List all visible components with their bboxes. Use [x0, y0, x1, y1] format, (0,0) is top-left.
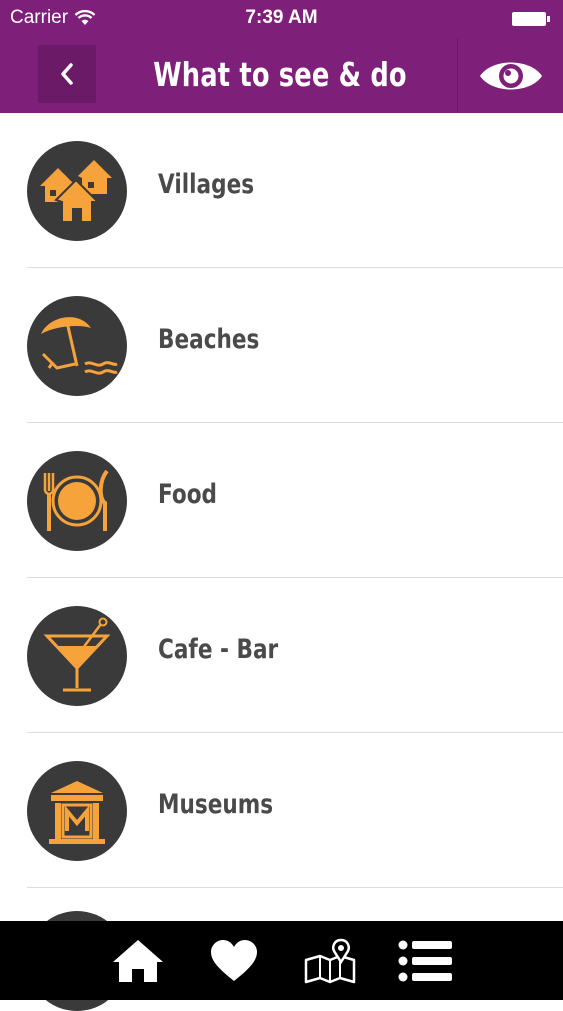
map-icon: [304, 938, 355, 983]
view-button[interactable]: [457, 38, 563, 113]
plate-cutlery-icon: [27, 451, 127, 551]
status-time: 7:39 AM: [245, 7, 318, 28]
list-item-label: Beaches: [158, 324, 260, 355]
beach-umbrella-icon: [27, 296, 127, 396]
home-icon: [112, 939, 163, 982]
tab-favorites[interactable]: [206, 933, 262, 989]
tab-list[interactable]: [398, 933, 454, 989]
tab-home[interactable]: [110, 933, 166, 989]
list-item-beaches[interactable]: Beaches: [27, 268, 563, 423]
list-item-label: Villages: [158, 169, 255, 200]
nav-bar: What to see & do: [0, 38, 563, 113]
museum-icon: [27, 761, 127, 861]
list-icon: [398, 940, 452, 981]
houses-icon: [27, 141, 127, 241]
cocktail-icon: [27, 606, 127, 706]
list-item-label: Food: [158, 479, 218, 510]
list-item-museums[interactable]: Museums: [27, 733, 563, 888]
list-item-cafe-bar[interactable]: Cafe - Bar: [27, 578, 563, 733]
category-list: Villages Beaches Food Cafe - Bar Museums: [0, 113, 563, 888]
status-bar: Carrier 7:39 AM: [0, 0, 563, 38]
list-item-label: Cafe - Bar: [158, 634, 279, 665]
battery-icon: [512, 12, 550, 26]
heart-icon: [210, 939, 257, 981]
list-item-food[interactable]: Food: [27, 423, 563, 578]
tab-bar: [0, 921, 563, 1000]
list-item-villages[interactable]: Villages: [27, 113, 563, 268]
list-item-label: Museums: [158, 789, 274, 820]
page-title: What to see & do: [153, 54, 407, 94]
eye-icon: [480, 62, 542, 89]
tab-map[interactable]: [302, 933, 358, 989]
chevron-left-icon: [61, 63, 73, 85]
back-button[interactable]: [38, 45, 96, 103]
